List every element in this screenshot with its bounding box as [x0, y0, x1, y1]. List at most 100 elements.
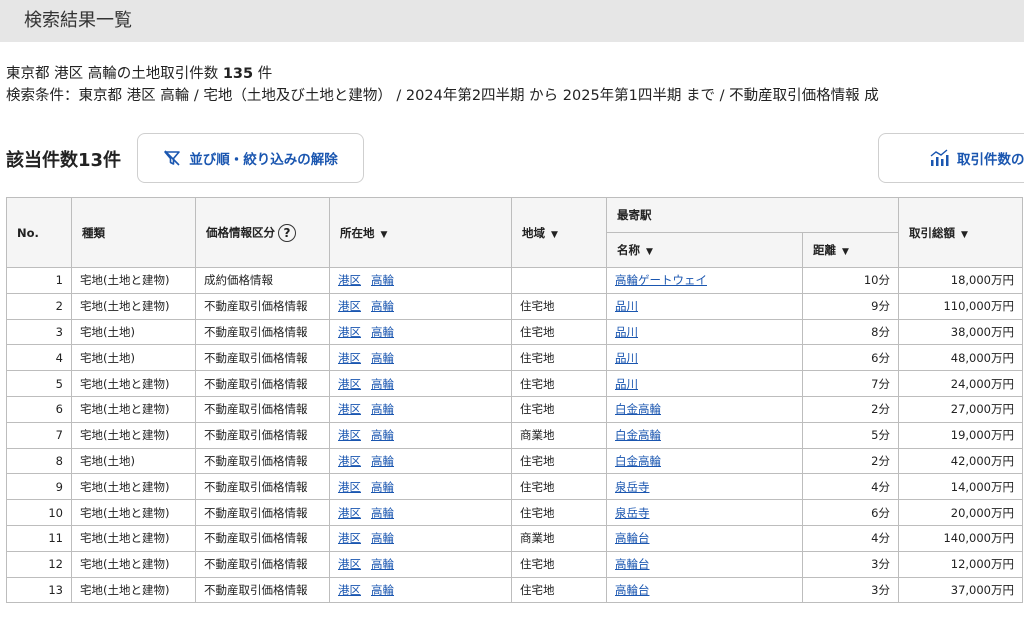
cell-total: 20,000万円 [898, 499, 1023, 526]
cell-total: 42,000万円 [898, 447, 1023, 475]
cell-area: 住宅地 [511, 344, 607, 372]
cell-type: 宅地(土地と建物) [71, 576, 196, 604]
town-link[interactable]: 高輪 [371, 402, 394, 416]
reset-sort-filter-button[interactable]: 並び順・絞り込みの解除 [137, 133, 364, 183]
town-link[interactable]: 高輪 [371, 428, 394, 442]
station-link[interactable]: 高輪台 [615, 557, 650, 571]
cell-price-class: 成約価格情報 [195, 267, 330, 294]
cell-no: 3 [6, 318, 72, 346]
ward-link[interactable]: 港区 [338, 273, 361, 287]
cell-distance: 3分 [802, 576, 899, 604]
cell-total: 140,000万円 [898, 524, 1023, 552]
cell-type: 宅地(土地と建物) [71, 370, 196, 397]
header-area[interactable]: 地域 ▼ [511, 197, 607, 268]
cell-area: 住宅地 [511, 499, 607, 526]
cell-distance: 3分 [802, 550, 899, 578]
cell-distance: 6分 [802, 344, 899, 372]
cell-total: 27,000万円 [898, 395, 1023, 423]
town-link[interactable]: 高輪 [371, 299, 394, 313]
town-link[interactable]: 高輪 [371, 351, 394, 365]
cell-no: 9 [6, 473, 72, 501]
transaction-count-chart-button[interactable]: 取引件数の [878, 133, 1024, 183]
cell-distance: 2分 [802, 447, 899, 475]
page-title-bar: 検索結果一覧 [0, 0, 1024, 42]
station-link[interactable]: 白金高輪 [615, 454, 661, 468]
cell-total: 110,000万円 [898, 292, 1023, 320]
cell-price-class: 不動産取引価格情報 [195, 524, 330, 552]
cell-total: 48,000万円 [898, 344, 1023, 372]
table-row: 10 宅地(土地と建物) 不動産取引価格情報 港区 高輪 住宅地 泉岳寺 6分 20,000万円 [6, 499, 1023, 526]
sort-arrow-icon: ▼ [551, 229, 558, 240]
cell-location: 港区 高輪 [329, 499, 512, 526]
station-link[interactable]: 高輪台 [615, 583, 650, 597]
station-link[interactable]: 品川 [615, 325, 638, 339]
cell-type: 宅地(土地と建物) [71, 550, 196, 578]
town-link[interactable]: 高輪 [371, 454, 394, 468]
town-link[interactable]: 高輪 [371, 377, 394, 391]
cell-type: 宅地(土地と建物) [71, 499, 196, 526]
cell-station: 白金高輪 [606, 421, 803, 449]
town-link[interactable]: 高輪 [371, 480, 394, 494]
station-link[interactable]: 白金高輪 [615, 428, 661, 442]
cell-location: 港区 高輪 [329, 421, 512, 449]
station-link[interactable]: 泉岳寺 [615, 506, 650, 520]
cell-total: 14,000万円 [898, 473, 1023, 501]
header-distance[interactable]: 距離 ▼ [802, 232, 899, 268]
table-row: 7 宅地(土地と建物) 不動産取引価格情報 港区 高輪 商業地 白金高輪 5分 19,000万円 [6, 421, 1023, 449]
cell-location: 港区 高輪 [329, 395, 512, 423]
help-icon[interactable]: ? [278, 223, 296, 242]
table-row: 4 宅地(土地) 不動産取引価格情報 港区 高輪 住宅地 品川 6分 48,000万円 [6, 344, 1023, 372]
cell-area: 住宅地 [511, 395, 607, 423]
cell-total: 24,000万円 [898, 370, 1023, 397]
cell-distance: 4分 [802, 524, 899, 552]
cell-type: 宅地(土地) [71, 318, 196, 346]
ward-link[interactable]: 港区 [338, 480, 361, 494]
town-link[interactable]: 高輪 [371, 273, 394, 287]
station-link[interactable]: 品川 [615, 351, 638, 365]
ward-link[interactable]: 港区 [338, 299, 361, 313]
cell-no: 2 [6, 292, 72, 320]
cell-area: 住宅地 [511, 447, 607, 475]
ward-link[interactable]: 港区 [338, 325, 361, 339]
ward-link[interactable]: 港区 [338, 583, 361, 597]
cell-location: 港区 高輪 [329, 576, 512, 604]
station-link[interactable]: 泉岳寺 [615, 480, 650, 494]
cell-price-class: 不動産取引価格情報 [195, 447, 330, 475]
ward-link[interactable]: 港区 [338, 506, 361, 520]
town-link[interactable]: 高輪 [371, 583, 394, 597]
ward-link[interactable]: 港区 [338, 351, 361, 365]
header-type: 種類 [71, 197, 196, 268]
sort-arrow-icon: ▼ [380, 229, 388, 240]
cell-no: 5 [6, 370, 72, 397]
town-link[interactable]: 高輪 [371, 531, 394, 545]
town-link[interactable]: 高輪 [371, 325, 394, 339]
station-link[interactable]: 高輪ゲートウェイ [615, 273, 707, 287]
header-location[interactable]: 所在地 ▼ [329, 197, 512, 268]
ward-link[interactable]: 港区 [338, 531, 361, 545]
ward-link[interactable]: 港区 [338, 402, 361, 416]
town-link[interactable]: 高輪 [371, 506, 394, 520]
header-total[interactable]: 取引総額 ▼ [898, 197, 1023, 268]
station-link[interactable]: 高輪台 [615, 531, 650, 545]
station-link[interactable]: 白金高輪 [615, 402, 661, 416]
header-station-name-label: 名称 [617, 243, 640, 257]
results-table: No. 種類 価格情報区分? 所在地 ▼ 地域 ▼ 最寄駅 取引総額 ▼ 名称 ▼ 距離… [6, 197, 1023, 604]
header-station-name[interactable]: 名称 ▼ [606, 232, 803, 268]
ward-link[interactable]: 港区 [338, 557, 361, 571]
cell-area [511, 267, 607, 294]
header-no: No. [6, 197, 72, 268]
filter-off-icon [163, 149, 181, 167]
station-link[interactable]: 品川 [615, 377, 638, 391]
summary-count: 135 [222, 66, 254, 82]
cell-location: 港区 高輪 [329, 550, 512, 578]
header-location-label: 所在地 [340, 225, 375, 240]
ward-link[interactable]: 港区 [338, 428, 361, 442]
cell-price-class: 不動産取引価格情報 [195, 473, 330, 501]
ward-link[interactable]: 港区 [338, 454, 361, 468]
station-link[interactable]: 品川 [615, 299, 638, 313]
town-link[interactable]: 高輪 [371, 557, 394, 571]
ward-link[interactable]: 港区 [338, 377, 361, 391]
table-row: 13 宅地(土地と建物) 不動産取引価格情報 港区 高輪 住宅地 高輪台 3分 37,000万円 [6, 576, 1023, 604]
header-area-label: 地域 [522, 225, 545, 240]
cell-total: 37,000万円 [898, 576, 1023, 604]
